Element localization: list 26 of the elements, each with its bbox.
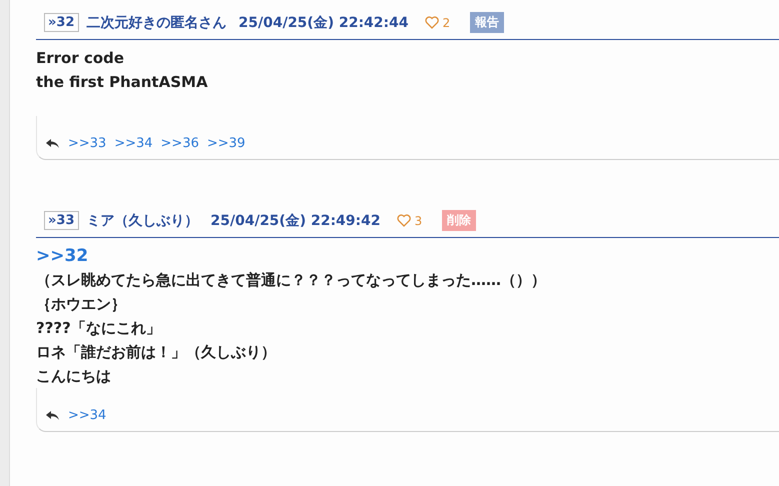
reply-arrow-icon	[45, 410, 60, 421]
post-text: ロネ「誰だお前は！」（久しぶり）	[36, 342, 277, 363]
heart-icon[interactable]	[396, 214, 410, 227]
quote-link[interactable]: >>32	[36, 244, 779, 268]
post-date: 25/04/25(金) 22:42:44	[238, 14, 408, 32]
post-text: the first PhantASMA	[36, 72, 209, 93]
post-number-link[interactable]: »33	[44, 211, 78, 230]
post-number-link[interactable]: »32	[44, 13, 78, 32]
like-count: 3	[414, 214, 422, 228]
reply-link[interactable]: >>34	[68, 408, 106, 423]
post-date: 25/04/25(金) 22:49:42	[210, 212, 380, 230]
reply-link[interactable]: >>34	[114, 136, 153, 151]
post-text: ????「なにこれ」	[36, 318, 162, 339]
like-count: 2	[442, 16, 450, 30]
post-text: こんにちは	[36, 366, 112, 387]
reply-link[interactable]: >>36	[160, 136, 199, 151]
post-text: ｛ホウエン｝	[36, 294, 127, 315]
post-text: （スレ眺めてたら急に出てきて普通に？？？ってなってしまった……（））	[36, 270, 547, 291]
poster-name: 二次元好きの匿名さん	[86, 14, 226, 32]
poster-name: ミア（久しぶり）	[86, 212, 198, 230]
report-button[interactable]: 報告	[470, 12, 504, 33]
reply-arrow-icon	[45, 138, 60, 149]
reply-link[interactable]: >>39	[206, 136, 246, 151]
heart-icon[interactable]	[424, 16, 438, 29]
reply-link[interactable]: >>33	[68, 136, 106, 151]
post-text: Error code	[36, 48, 126, 69]
